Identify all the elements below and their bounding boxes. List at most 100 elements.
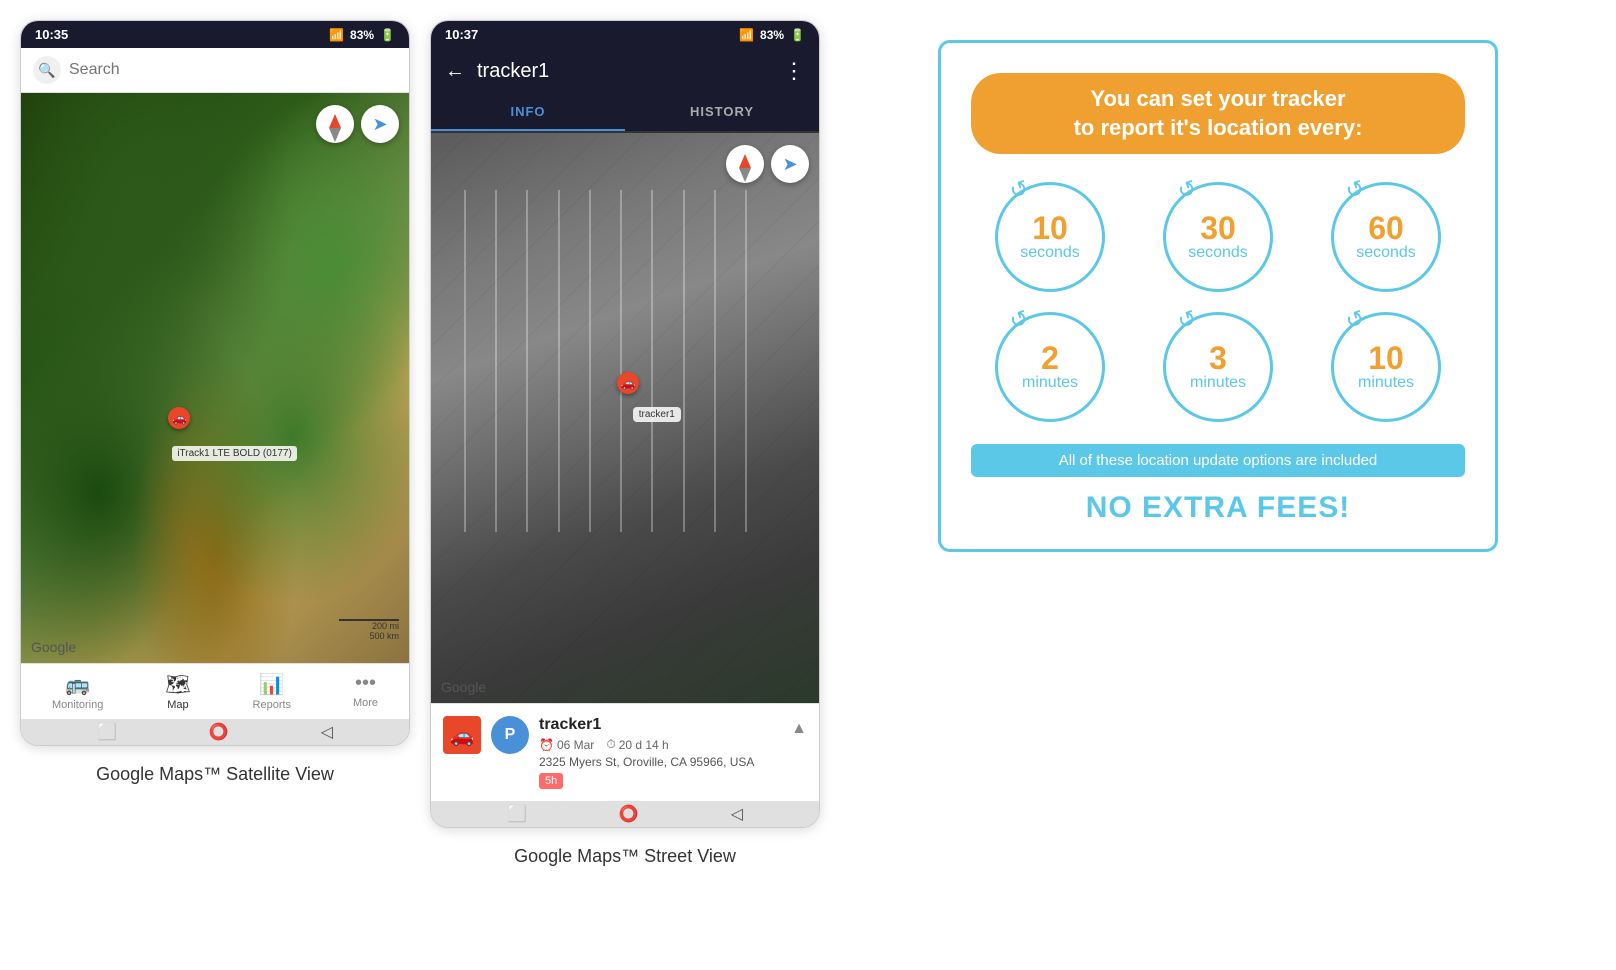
compass-button-2[interactable] <box>726 145 764 183</box>
circle-border-10sec: ↺ 10 seconds <box>995 182 1105 292</box>
circle-border-2min: ↺ 2 minutes <box>995 312 1105 422</box>
status-icons-2: 📶 83% 🔋 <box>739 28 805 42</box>
more-button[interactable]: ⋮ <box>783 58 805 84</box>
nav-map-label: Map <box>167 699 188 711</box>
status-bar-2: 10:37 📶 83% 🔋 <box>431 21 819 48</box>
android-back-btn[interactable]: ◁ <box>321 722 333 742</box>
more-icon: ••• <box>355 672 376 695</box>
android-recent-btn-2[interactable]: ⬜ <box>507 804 527 824</box>
info-card: You can set your trackerto report it's l… <box>938 40 1498 552</box>
nav-reports[interactable]: 📊 Reports <box>253 672 292 711</box>
circle-2min: ↺ 2 minutes <box>971 312 1129 422</box>
circle-border-3min: ↺ 3 minutes <box>1163 312 1273 422</box>
android-recent-btn[interactable]: ⬜ <box>97 722 117 742</box>
navigate-icon: ➤ <box>372 114 387 135</box>
street-map-bg: ➤ 🚗 tracker1 Google <box>431 133 819 703</box>
circle-unit-60sec: seconds <box>1356 244 1416 262</box>
arrow-icon-10min: ↺ <box>1342 305 1368 336</box>
tab-history[interactable]: HISTORY <box>625 94 819 131</box>
scale-bar-1: 200 mi 500 km <box>339 619 399 641</box>
no-fees-banner: All of these location update options are… <box>971 444 1465 477</box>
tracker-tabs: INFO HISTORY <box>431 94 819 133</box>
scale-200mi: 200 mi <box>372 621 399 631</box>
parking-lines <box>450 190 760 532</box>
android-home-btn-2[interactable]: ⭕ <box>619 804 639 824</box>
time-1: 10:35 <box>35 27 68 42</box>
info-panel: You can set your trackerto report it's l… <box>840 20 1596 572</box>
status-icons-1: 📶 83% 🔋 <box>329 28 395 42</box>
status-bar-1: 10:35 📶 83% 🔋 <box>21 21 409 48</box>
arrow-icon-3min: ↺ <box>1174 305 1200 336</box>
nav-map[interactable]: 🗺 Map <box>165 672 190 711</box>
tab-info[interactable]: INFO <box>431 94 625 131</box>
satellite-map[interactable]: ➤ 🚗 iTrack1 LTE BOLD (0177) Google 200 m… <box>21 93 409 663</box>
compass-button[interactable] <box>316 105 354 143</box>
search-input[interactable] <box>69 61 397 79</box>
tracker-avatar: P <box>491 716 529 754</box>
android-home-btn[interactable]: ⭕ <box>209 722 229 742</box>
tracker-header: ← tracker1 ⋮ <box>431 48 819 94</box>
search-bar[interactable]: 🔍 <box>21 48 409 93</box>
nav-more-label: More <box>353 697 378 709</box>
reports-icon: 📊 <box>259 672 284 697</box>
nav-monitoring[interactable]: 🚌 Monitoring <box>52 672 103 711</box>
circle-3min: ↺ 3 minutes <box>1139 312 1297 422</box>
bottom-nav-1: 🚌 Monitoring 🗺 Map 📊 Reports ••• More <box>21 663 409 719</box>
circle-unit-3min: minutes <box>1190 374 1246 392</box>
circle-border-10min: ↺ 10 minutes <box>1331 312 1441 422</box>
scale-500km: 500 km <box>369 631 399 641</box>
caption-1: Google Maps™ Satellite View <box>96 764 334 785</box>
search-icon: 🔍 <box>33 56 61 84</box>
battery-icon-2: 🔋 <box>790 28 805 42</box>
nav-reports-label: Reports <box>253 699 292 711</box>
monitoring-icon: 🚌 <box>65 672 90 697</box>
clock-icon: ⏰ <box>539 738 554 752</box>
tracker-info-row: 🚗 P tracker1 ⏰ 06 Mar ⏱ 20 d 14 h <box>443 716 807 789</box>
circle-number-2min: 2 <box>1041 342 1059 374</box>
car-marker[interactable]: 🚗 <box>168 407 190 429</box>
circle-30sec: ↺ 30 seconds <box>1139 182 1297 292</box>
car-marker-label: iTrack1 LTE BOLD (0177) <box>172 446 296 461</box>
tracker-date: ⏰ 06 Mar <box>539 737 594 752</box>
circle-border-60sec: ↺ 60 seconds <box>1331 182 1441 292</box>
caption-2: Google Maps™ Street View <box>514 846 736 867</box>
circle-60sec: ↺ 60 seconds <box>1307 182 1465 292</box>
no-extra-fees: NO EXTRA FEES! <box>971 491 1465 525</box>
phone-street: 10:37 📶 83% 🔋 ← tracker1 ⋮ INFO HISTORY <box>430 20 820 828</box>
google-watermark-1: Google <box>31 639 76 655</box>
time-2: 10:37 <box>445 27 478 42</box>
battery-1: 83% <box>350 28 374 42</box>
tracker-tag: 5h <box>539 773 563 789</box>
map-icon: 🗺 <box>165 672 190 697</box>
circle-unit-30sec: seconds <box>1188 244 1248 262</box>
circle-number-30sec: 30 <box>1200 212 1236 244</box>
nav-monitoring-label: Monitoring <box>52 699 103 711</box>
signal-icon-1: 📶 <box>329 28 344 42</box>
google-watermark-2: Google <box>441 679 486 695</box>
phone2-wrapper: 10:37 📶 83% 🔋 ← tracker1 ⋮ INFO HISTORY <box>430 20 820 867</box>
navigate-button[interactable]: ➤ <box>361 105 399 143</box>
arrow-icon-2min: ↺ <box>1006 305 1032 336</box>
circle-border-30sec: ↺ 30 seconds <box>1163 182 1273 292</box>
android-back-btn-2[interactable]: ◁ <box>731 804 743 824</box>
phone1-wrapper: 10:35 📶 83% 🔋 🔍 ➤ <box>20 20 410 785</box>
tracker-title: tracker1 <box>477 60 771 83</box>
compass-arrow <box>329 114 341 128</box>
street-map[interactable]: ➤ 🚗 tracker1 Google <box>431 133 819 703</box>
tracker-address: 2325 Myers St, Oroville, CA 95966, USA <box>539 755 781 769</box>
back-button[interactable]: ← <box>445 60 465 83</box>
circle-number-10min: 10 <box>1368 342 1404 374</box>
android-nav-bar-2: ⬜ ⭕ ◁ <box>431 801 819 827</box>
circles-grid: ↺ 10 seconds ↺ 30 seconds ↺ 60 seconds <box>971 182 1465 422</box>
avatar-letter: P <box>505 726 516 744</box>
arrow-icon-30sec: ↺ <box>1174 175 1200 206</box>
circle-unit-10sec: seconds <box>1020 244 1080 262</box>
timer-icon: ⏱ <box>606 737 615 752</box>
arrow-icon-60sec: ↺ <box>1342 175 1368 206</box>
circle-10sec: ↺ 10 seconds <box>971 182 1129 292</box>
android-nav-bar-1: ⬜ ⭕ ◁ <box>21 719 409 745</box>
navigate-button-2[interactable]: ➤ <box>771 145 809 183</box>
collapse-button[interactable]: ▲ <box>791 716 807 738</box>
arrow-icon-10sec: ↺ <box>1006 175 1032 206</box>
nav-more[interactable]: ••• More <box>353 672 378 711</box>
